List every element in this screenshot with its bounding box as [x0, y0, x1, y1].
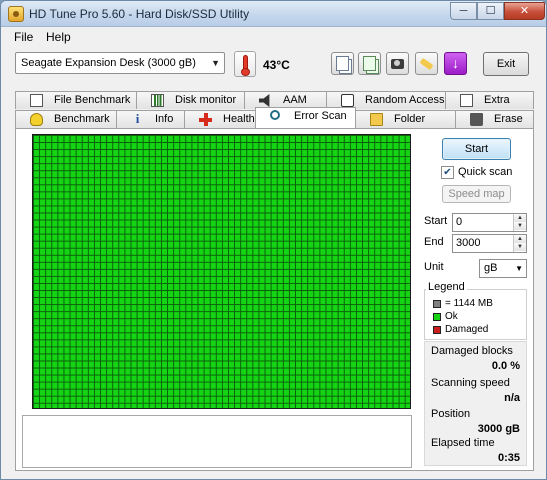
unit-select[interactable]: gB ▼	[479, 259, 527, 278]
tab-label: Disk monitor	[175, 94, 237, 106]
thermometer-icon	[234, 51, 256, 77]
legend-block-swatch	[433, 300, 441, 308]
tab-label: Erase	[494, 113, 523, 125]
file-benchmark-icon	[30, 94, 43, 107]
tab-label: Health	[223, 113, 255, 125]
menu-help-label: Help	[46, 30, 71, 44]
folder-icon	[370, 113, 383, 126]
window-title: HD Tune Pro 5.60 - Hard Disk/SSD Utility	[29, 7, 250, 21]
tab-benchmark[interactable]: Benchmark	[15, 110, 117, 128]
tab-erase[interactable]: Erase	[455, 110, 534, 128]
quick-scan-label: Quick scan	[458, 166, 513, 178]
screenshot-icon	[391, 59, 404, 69]
scan-log-box[interactable]	[22, 415, 412, 468]
options-button[interactable]	[415, 52, 438, 75]
scan-controls: Start ✔ Quick scan Speed map Start 0 ▲ ▼ …	[418, 129, 533, 472]
close-button[interactable]: ✕	[504, 2, 545, 20]
trash-icon	[470, 113, 483, 126]
legend-damaged-label: Damaged	[445, 324, 489, 335]
screenshot-button[interactable]	[386, 52, 409, 75]
save-button[interactable]: ↓	[444, 52, 467, 75]
tab-error-scan[interactable]: Error Scan	[255, 107, 356, 128]
damaged-blocks-label: Damaged blocks	[431, 345, 513, 357]
info-icon: i	[135, 111, 140, 126]
menu-file-label: File	[14, 30, 34, 44]
drive-select-value: Seagate Expansion Desk (3000 gB)	[21, 57, 196, 69]
maximize-button[interactable]: ☐	[477, 2, 504, 20]
legend-box: = 1144 MB Ok Damaged	[424, 289, 527, 340]
copy-info-icon	[336, 56, 349, 71]
tab-label: Random Access	[365, 94, 445, 106]
damaged-blocks-value: 0.0 %	[491, 360, 520, 372]
position-value: 3000 gB	[477, 423, 520, 435]
tab-file-benchmark[interactable]: File Benchmark	[15, 91, 137, 109]
title-bar[interactable]: HD Tune Pro 5.60 - Hard Disk/SSD Utility…	[1, 1, 546, 27]
position-label: Position	[431, 408, 471, 420]
error-scan-panel: Start ✔ Quick scan Speed map Start 0 ▲ ▼ …	[15, 128, 534, 471]
spinner-arrows[interactable]: ▲ ▼	[513, 214, 526, 231]
extra-tests-icon	[460, 94, 473, 107]
tab-health[interactable]: Health	[184, 110, 256, 128]
tab-info[interactable]: i Info	[116, 110, 185, 128]
dice-icon	[341, 94, 354, 107]
menu-bar: File Help	[1, 27, 546, 47]
menu-file[interactable]: File	[14, 30, 33, 44]
start-spinner[interactable]: 0 ▲ ▼	[452, 213, 527, 232]
end-value: 3000	[456, 237, 481, 249]
save-icon: ↓	[452, 55, 459, 71]
legend-block-size: = 1144 MB	[445, 298, 493, 309]
health-cross-icon	[199, 113, 212, 126]
options-icon	[419, 57, 434, 71]
speed-map-button[interactable]: Speed map	[442, 185, 511, 203]
bulb-icon	[30, 113, 43, 126]
copy-results-button[interactable]	[358, 52, 381, 75]
tab-label: Info	[155, 113, 174, 125]
drive-select[interactable]: Seagate Expansion Desk (3000 gB) ▼	[15, 52, 225, 74]
legend-ok-swatch	[433, 313, 441, 321]
elapsed-time-label: Elapsed time	[431, 437, 495, 449]
scan-block-map	[32, 134, 411, 409]
tab-label: Benchmark	[54, 113, 110, 125]
start-value: 0	[456, 216, 463, 228]
scanning-speed-label: Scanning speed	[431, 377, 510, 389]
unit-label: Unit	[424, 261, 444, 273]
legend-damaged-swatch	[433, 326, 441, 334]
end-spinner[interactable]: 3000 ▲ ▼	[452, 234, 527, 253]
scanning-speed-value: n/a	[504, 392, 520, 404]
copy-info-button[interactable]	[331, 52, 354, 75]
app-window: HD Tune Pro 5.60 - Hard Disk/SSD Utility…	[0, 0, 547, 480]
scan-statistics: Damaged blocks 0.0 % Scanning speed n/a …	[424, 341, 527, 466]
tabs-bottom-row: Benchmark i Info Health Error Scan Folde…	[15, 107, 534, 141]
elapsed-time-value: 0:35	[497, 452, 520, 464]
tab-label: Error Scan	[294, 110, 347, 122]
disk-monitor-icon	[151, 94, 164, 107]
tab-label: File Benchmark	[54, 94, 131, 106]
unit-value: gB	[484, 262, 498, 274]
chevron-down-icon: ▼	[515, 264, 523, 273]
quick-scan-checkbox[interactable]: ✔	[441, 166, 454, 179]
speaker-icon	[259, 94, 270, 107]
spinner-arrows[interactable]: ▲ ▼	[513, 235, 526, 252]
start-label: Start	[424, 215, 448, 227]
toolbar: Seagate Expansion Desk (3000 gB) ▼ 43°C …	[1, 47, 546, 87]
temperature-readout: 43°C	[263, 58, 290, 72]
end-label: End	[424, 236, 444, 248]
magnifier-icon	[270, 110, 280, 120]
hdtune-app-icon	[8, 6, 24, 22]
tab-folder-usage[interactable]: Folder Usage	[355, 110, 456, 141]
exit-button[interactable]: Exit	[483, 52, 529, 76]
minimize-button[interactable]: ─	[450, 2, 477, 20]
legend-title: Legend	[426, 281, 467, 293]
chevron-down-icon: ▼	[211, 58, 220, 68]
copy-results-icon	[363, 56, 376, 71]
tab-extra-tests[interactable]: Extra tests	[445, 91, 534, 122]
legend-ok-label: Ok	[445, 311, 458, 322]
tab-disk-monitor[interactable]: Disk monitor	[136, 91, 245, 109]
start-button[interactable]: Start	[442, 138, 511, 160]
menu-help[interactable]: Help	[46, 30, 71, 44]
tab-label: AAM	[283, 94, 307, 106]
